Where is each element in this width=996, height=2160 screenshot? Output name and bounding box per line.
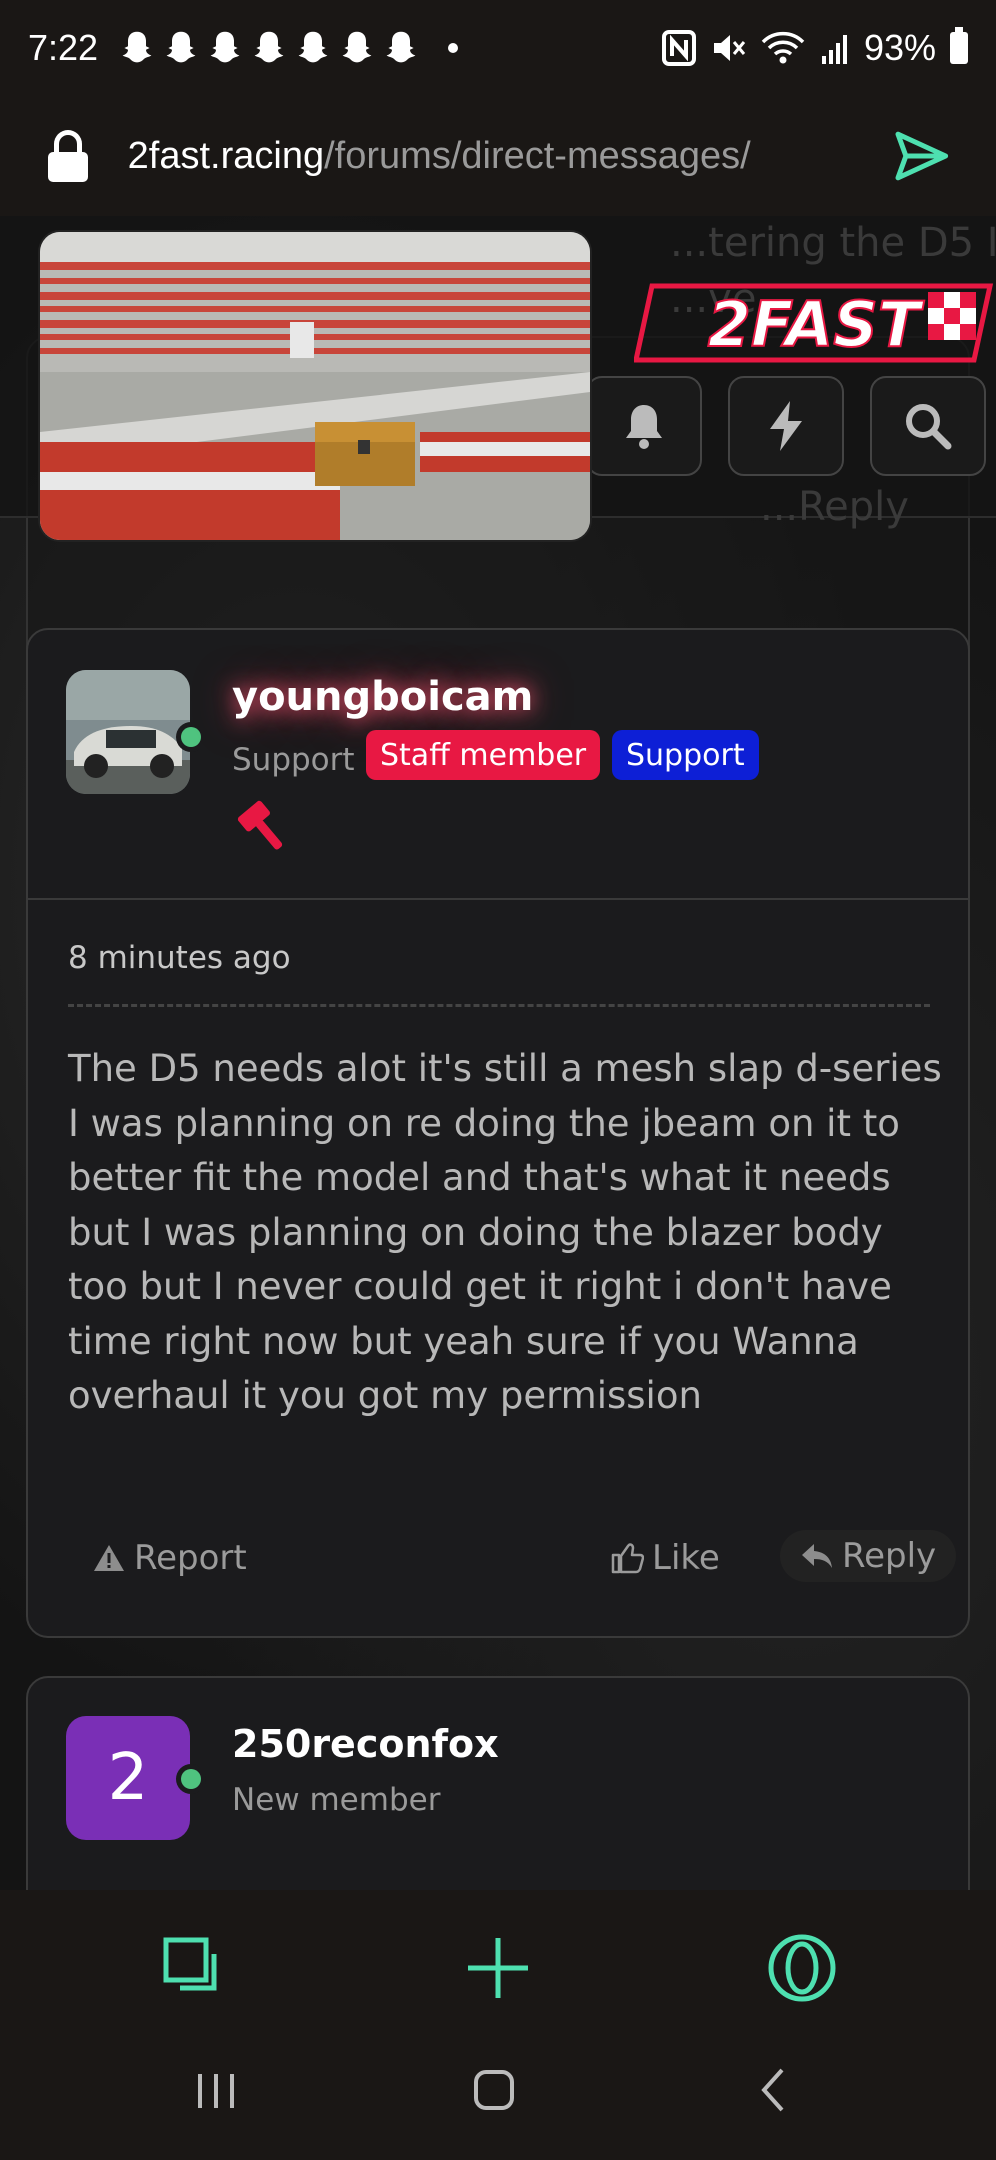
next-post-card: 2 250reconfox New member bbox=[26, 1676, 970, 1890]
notification-icons bbox=[118, 30, 420, 66]
wifi-icon bbox=[761, 31, 805, 64]
snapchat-icon bbox=[210, 31, 240, 63]
post-actions: Report Like Reply bbox=[68, 1530, 957, 1600]
nfc-icon bbox=[661, 30, 696, 66]
warning-icon bbox=[94, 1545, 124, 1571]
snapchat-icon bbox=[386, 31, 416, 63]
signal-icon bbox=[821, 35, 847, 64]
battery-icon bbox=[950, 27, 968, 64]
site-logo[interactable]: 2FAST bbox=[634, 278, 994, 368]
post-card: youngboicam Support Staff member Support… bbox=[26, 628, 970, 1638]
recent-apps-icon[interactable] bbox=[176, 2060, 256, 2120]
new-tab-icon[interactable] bbox=[462, 1932, 534, 2004]
support-badge: Support bbox=[612, 730, 759, 780]
avatar[interactable]: 2 bbox=[66, 1716, 190, 1840]
lock-icon[interactable] bbox=[44, 130, 92, 182]
bell-icon bbox=[626, 405, 662, 449]
logo-text: 2FAST bbox=[708, 288, 925, 361]
snapchat-icon bbox=[254, 31, 284, 63]
avatar-image bbox=[66, 670, 190, 794]
username[interactable]: 250reconfox bbox=[232, 1722, 499, 1766]
status-time: 7:22 bbox=[28, 27, 99, 68]
reply-button[interactable]: Reply bbox=[780, 1530, 957, 1582]
snapchat-icon bbox=[342, 31, 372, 63]
thumbs-up-icon bbox=[611, 1543, 644, 1574]
system-navigation-bar bbox=[0, 2040, 996, 2160]
browser-toolbar bbox=[0, 1890, 996, 2040]
tabs-icon[interactable] bbox=[158, 1932, 230, 2004]
avatar[interactable] bbox=[66, 670, 190, 794]
post-author-section: youngboicam Support Staff member Support bbox=[28, 630, 968, 900]
report-button[interactable]: Report bbox=[92, 1538, 247, 1578]
like-label: Like bbox=[652, 1538, 720, 1578]
lightning-icon bbox=[770, 401, 802, 451]
reply-icon bbox=[802, 1544, 832, 1568]
search-button[interactable] bbox=[870, 376, 986, 476]
more-notifications-dot bbox=[448, 43, 459, 53]
opera-menu-icon[interactable] bbox=[766, 1932, 838, 2004]
url-host: 2fast.racing bbox=[127, 134, 325, 177]
user-title: New member bbox=[232, 1782, 441, 1818]
pip-video[interactable] bbox=[40, 232, 590, 540]
user-title: Support bbox=[232, 742, 355, 778]
search-icon bbox=[906, 404, 952, 450]
divider bbox=[68, 1004, 930, 1007]
send-icon[interactable] bbox=[892, 126, 952, 186]
post-timestamp[interactable]: 8 minutes ago bbox=[68, 940, 291, 976]
url-path: /forums/direct-messages/ bbox=[324, 134, 751, 177]
snapchat-icon bbox=[122, 31, 152, 63]
post-message: The D5 needs alot it's still a mesh slap… bbox=[68, 1047, 942, 1417]
snapchat-icon bbox=[298, 31, 328, 63]
online-indicator bbox=[176, 722, 206, 752]
snapchat-icon bbox=[166, 31, 196, 63]
url-text[interactable]: 2fast.racing/forums/direct-messages/ bbox=[128, 135, 893, 178]
alerts-button[interactable] bbox=[586, 376, 702, 476]
video-frame bbox=[40, 232, 590, 540]
back-icon[interactable] bbox=[734, 2060, 814, 2120]
whats-new-button[interactable] bbox=[728, 376, 844, 476]
web-page: ...tering the D5 I ...ve ...Reply 2FAST bbox=[0, 216, 996, 1890]
report-label: Report bbox=[134, 1538, 247, 1578]
like-button[interactable]: Like bbox=[610, 1538, 720, 1578]
mute-icon bbox=[713, 35, 746, 61]
gavel-icon bbox=[237, 800, 283, 850]
staff-member-badge: Staff member bbox=[366, 730, 601, 780]
username[interactable]: youngboicam bbox=[232, 674, 533, 720]
online-indicator bbox=[176, 1764, 206, 1794]
home-icon[interactable] bbox=[454, 2060, 534, 2120]
reply-label: Reply bbox=[842, 1536, 937, 1576]
battery-percent: 93% bbox=[863, 27, 936, 68]
address-bar[interactable]: 2fast.racing/forums/direct-messages/ bbox=[0, 96, 996, 216]
status-bar: 7:22 93% bbox=[0, 0, 996, 96]
